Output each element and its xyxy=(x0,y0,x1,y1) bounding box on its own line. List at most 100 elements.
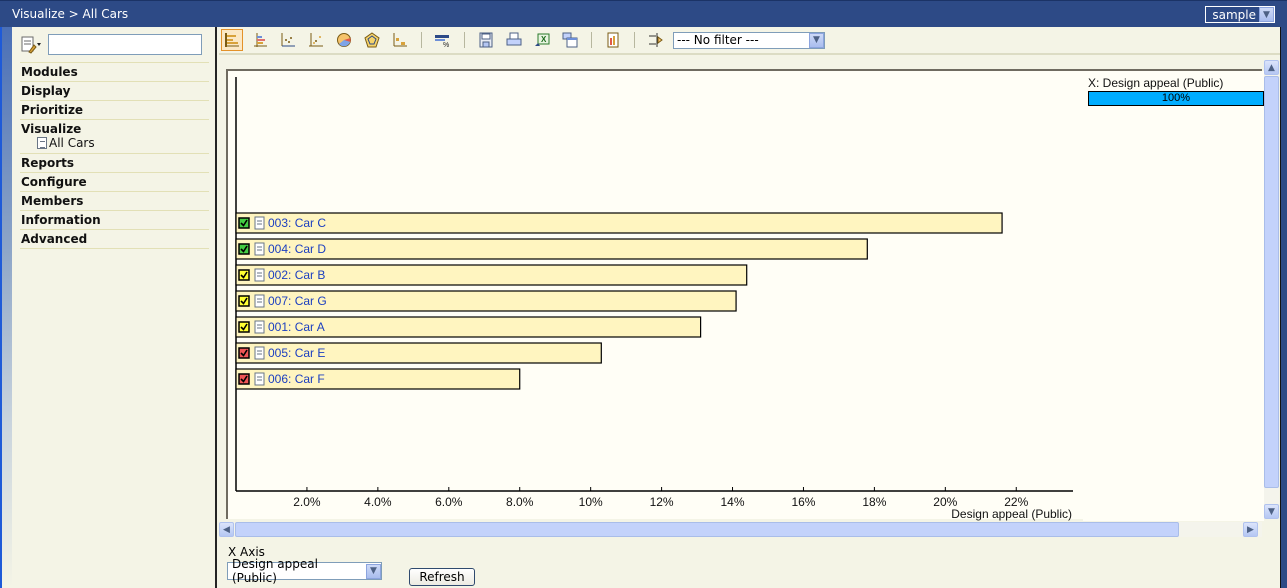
toolbar-separator xyxy=(464,32,465,48)
bar-label[interactable]: 006: Car F xyxy=(268,372,325,386)
scroll-left-icon[interactable]: ◀ xyxy=(219,522,234,537)
main-panel: % X --- No filter --- ▼ 2.0% 4.0% 6.0% 8.0%… xyxy=(219,27,1280,588)
stacked-bar-icon[interactable] xyxy=(249,29,271,51)
sidebar-subitem-all-cars[interactable]: All Cars xyxy=(21,136,209,150)
bar-row[interactable]: 001: Car A xyxy=(235,316,702,338)
sidebar-subitem-label: All Cars xyxy=(49,136,95,150)
document-icon xyxy=(254,268,265,282)
x-tick-label: 14% xyxy=(721,495,745,509)
notes-menu-icon[interactable] xyxy=(20,35,42,55)
copy-window-icon[interactable] xyxy=(559,29,581,51)
export-excel-icon[interactable]: X xyxy=(531,29,553,51)
document-icon xyxy=(254,346,265,360)
bar-chart-icon[interactable] xyxy=(221,29,243,51)
x-tick-label: 12% xyxy=(650,495,674,509)
x-axis-select-value: Design appeal (Public) xyxy=(232,557,318,585)
breadcrumb: Visualize > All Cars xyxy=(12,7,129,21)
sidebar-search-input[interactable] xyxy=(48,34,202,55)
bar-row[interactable]: 002: Car B xyxy=(235,264,748,286)
legend-weight-bar: 100% xyxy=(1088,91,1264,106)
scroll-right-icon[interactable]: ▶ xyxy=(1243,522,1258,537)
status-checkbox[interactable] xyxy=(238,217,250,229)
scatter-icon[interactable] xyxy=(277,29,299,51)
status-checkbox[interactable] xyxy=(238,269,250,281)
x-tick-label: 10% xyxy=(579,495,603,509)
sidebar-item-configure[interactable]: Configure xyxy=(20,173,209,192)
document-icon xyxy=(254,242,265,256)
filter-select[interactable]: --- No filter --- ▼ xyxy=(673,31,825,49)
x-tick-label: 4.0% xyxy=(364,495,392,509)
percent-settings-icon[interactable]: % xyxy=(432,29,454,51)
status-checkbox[interactable] xyxy=(238,347,250,359)
x-tick-label: 2.0% xyxy=(293,495,321,509)
x-tick-label: 6.0% xyxy=(435,495,463,509)
report-icon[interactable] xyxy=(602,29,624,51)
window-edge xyxy=(0,27,12,588)
print-icon[interactable] xyxy=(503,29,525,51)
horizontal-scroll-thumb[interactable] xyxy=(235,522,1179,537)
refresh-button[interactable]: Refresh xyxy=(409,568,475,586)
filter-arrow-icon[interactable] xyxy=(645,29,667,51)
status-checkbox[interactable] xyxy=(238,373,250,385)
scroll-up-icon[interactable]: ▲ xyxy=(1264,60,1279,75)
legend-title: X: Design appeal (Public) xyxy=(1088,76,1224,90)
sidebar-item-prioritize[interactable]: Prioritize xyxy=(20,101,209,120)
vertical-scroll-thumb[interactable] xyxy=(1264,76,1279,488)
bubble-scatter-icon[interactable] xyxy=(305,29,327,51)
bar-label[interactable]: 007: Car G xyxy=(268,294,327,308)
bar-label[interactable]: 003: Car C xyxy=(268,216,326,230)
bar[interactable] xyxy=(235,212,1003,234)
document-icon xyxy=(254,320,265,334)
bar-row[interactable]: 006: Car F xyxy=(235,368,521,390)
project-select-value: sample xyxy=(1212,7,1256,22)
status-checkbox[interactable] xyxy=(238,321,250,333)
title-bar: Visualize > All Cars sample ▼ xyxy=(0,0,1287,27)
bar-label[interactable]: 004: Car D xyxy=(268,242,326,256)
bar-label[interactable]: 005: Car E xyxy=(268,346,325,360)
bar-row[interactable]: 005: Car E xyxy=(235,342,602,364)
bar[interactable] xyxy=(235,238,868,260)
toolbar-separator xyxy=(634,32,635,48)
sidebar-item-display[interactable]: Display xyxy=(20,82,209,101)
chevron-down-icon[interactable]: ▼ xyxy=(366,563,381,579)
bar-row[interactable]: 003: Car C xyxy=(235,212,1003,234)
status-checkbox[interactable] xyxy=(238,295,250,307)
pie-chart-icon[interactable] xyxy=(333,29,355,51)
chevron-down-icon[interactable]: ▼ xyxy=(1259,7,1274,22)
toolbar-separator xyxy=(591,32,592,48)
radar-chart-icon[interactable] xyxy=(361,29,383,51)
bar-row[interactable]: 007: Car G xyxy=(235,290,737,312)
status-checkbox[interactable] xyxy=(238,243,250,255)
document-icon xyxy=(254,216,265,230)
sidebar-item-reports[interactable]: Reports xyxy=(20,154,209,173)
step-chart-icon[interactable] xyxy=(389,29,411,51)
svg-text:%: % xyxy=(443,42,449,48)
legend-pane: X: Design appeal (Public) 100% xyxy=(1083,71,1264,521)
horizontal-scrollbar[interactable]: ◀ ▶ xyxy=(219,522,1262,537)
scroll-down-icon[interactable]: ▼ xyxy=(1264,504,1279,519)
x-axis-select[interactable]: Design appeal (Public) ▼ xyxy=(227,557,382,585)
chevron-down-icon[interactable]: ▼ xyxy=(809,32,824,48)
document-icon xyxy=(254,294,265,308)
window-edge xyxy=(1280,27,1287,588)
project-select[interactable]: sample ▼ xyxy=(1205,6,1275,23)
bar-label[interactable]: 002: Car B xyxy=(268,268,325,282)
chart-toolbar: % X --- No filter --- ▼ xyxy=(219,27,1280,55)
bar-row[interactable]: 004: Car D xyxy=(235,238,868,260)
document-icon xyxy=(37,137,47,149)
x-tick-label: 8.0% xyxy=(506,495,534,509)
bar-label[interactable]: 001: Car A xyxy=(268,320,325,334)
sidebar-item-visualize[interactable]: Visualize xyxy=(21,122,209,136)
vertical-scrollbar[interactable]: ▲ ▼ xyxy=(1264,60,1279,519)
sidebar-group-visualize: Visualize All Cars xyxy=(20,120,209,154)
chart-area: 2.0% 4.0% 6.0% 8.0% 10% 12% 14% 16% 18% 20% 22% Des… xyxy=(226,69,1264,521)
save-icon[interactable] xyxy=(475,29,497,51)
sidebar-item-members[interactable]: Members xyxy=(20,192,209,211)
sidebar-item-advanced[interactable]: Advanced xyxy=(20,230,209,249)
sidebar-item-modules[interactable]: Modules xyxy=(20,63,209,82)
x-axis-title: Design appeal (Public) xyxy=(951,507,1072,521)
sidebar: Modules Display Prioritize Visualize All… xyxy=(12,27,217,588)
x-tick-label: 18% xyxy=(862,495,886,509)
svg-text:X: X xyxy=(541,35,547,44)
sidebar-item-information[interactable]: Information xyxy=(20,211,209,230)
